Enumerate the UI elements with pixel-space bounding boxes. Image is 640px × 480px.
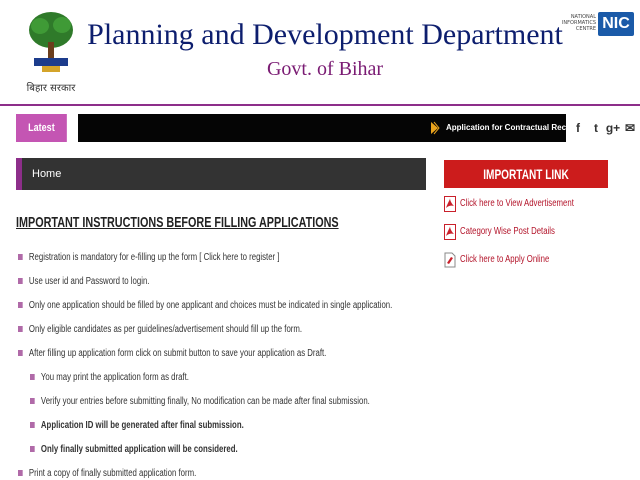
list-item: Verify your entries before submitting fi… — [30, 396, 370, 407]
bullet-icon — [30, 422, 35, 429]
bullet-icon — [18, 278, 23, 285]
pdf-icon — [444, 224, 456, 240]
list-item: Print a copy of finally submitted applic… — [18, 468, 196, 479]
bullet-icon — [18, 254, 23, 261]
nic-logo-text: NATIONAL INFORMATICS CENTRE — [561, 14, 596, 32]
bullet-icon — [30, 398, 35, 405]
document-icon — [444, 252, 456, 268]
site-header: बिहार सरकार Planning and Development Dep… — [0, 0, 640, 104]
bullet-icon — [18, 470, 23, 477]
instruction-text: Only finally submitted application will … — [40, 444, 238, 455]
bullet-icon — [18, 302, 23, 309]
important-link-header: IMPORTANT LINK — [444, 160, 608, 188]
bullet-icon — [30, 374, 35, 381]
news-ticker: Application for Contractual Recruitm — [78, 114, 566, 142]
instruction-text: You may print the application form as dr… — [40, 372, 189, 383]
email-icon[interactable]: ✉ — [622, 118, 638, 138]
list-item: Registration is mandatory for e-filling … — [18, 252, 279, 263]
list-item: Application ID will be generated after f… — [30, 420, 244, 431]
bullet-icon — [18, 350, 23, 357]
instruction-text: After filling up application form click … — [28, 348, 327, 359]
facebook-icon[interactable]: f — [570, 118, 586, 138]
list-item: Only one application should be filled by… — [18, 300, 392, 311]
arrow-icon — [431, 121, 440, 135]
list-item: Use user id and Password to login. — [18, 276, 149, 287]
emblem-caption: बिहार सरकार — [26, 83, 76, 94]
instruction-text: Use user id and Password to login. — [28, 276, 150, 287]
instructions-heading: IMPORTANT INSTRUCTIONS BEFORE FILLING AP… — [16, 214, 339, 231]
view-advertisement-link[interactable]: Click here to View Advertisement — [460, 198, 574, 209]
apply-online-link[interactable]: Click here to Apply Online — [460, 254, 549, 265]
list-item: Only eligible candidates as per guidelin… — [18, 324, 302, 335]
list-item: After filling up application form click … — [18, 348, 326, 359]
twitter-icon[interactable]: t — [588, 118, 604, 138]
instruction-text: Only eligible candidates as per guidelin… — [28, 324, 303, 335]
page-subtitle: Govt. of Bihar — [266, 58, 384, 80]
instruction-text: Verify your entries before submitting fi… — [40, 396, 370, 407]
news-bar: Latest News Application for Contractual … — [0, 104, 640, 162]
list-item: You may print the application form as dr… — [30, 372, 189, 383]
nic-logo-mark: NIC — [598, 12, 634, 36]
instruction-text: Application ID will be generated after f… — [40, 420, 244, 431]
latest-news-tab: Latest News — [16, 114, 67, 162]
pdf-icon — [444, 196, 456, 212]
bullet-icon — [30, 446, 35, 453]
nic-logo: NATIONAL INFORMATICS CENTRE NIC — [552, 10, 636, 40]
news-ticker-link[interactable]: Application for Contractual Recruitm — [446, 114, 566, 142]
important-link-title: IMPORTANT LINK — [483, 166, 569, 182]
bullet-icon — [18, 326, 23, 333]
instruction-text: Only one application should be filled by… — [28, 300, 393, 311]
instruction-text: Print a copy of finally submitted applic… — [28, 468, 197, 479]
page-title: Planning and Development Department — [87, 18, 563, 51]
list-item: Only finally submitted application will … — [30, 444, 238, 455]
category-wise-post-details-link[interactable]: Category Wise Post Details — [460, 226, 555, 237]
breadcrumb: Home — [16, 158, 426, 190]
google-plus-icon[interactable]: g+ — [605, 118, 621, 138]
instruction-text[interactable]: Registration is mandatory for e-filling … — [29, 252, 280, 263]
breadcrumb-home-link[interactable]: Home — [32, 158, 61, 190]
